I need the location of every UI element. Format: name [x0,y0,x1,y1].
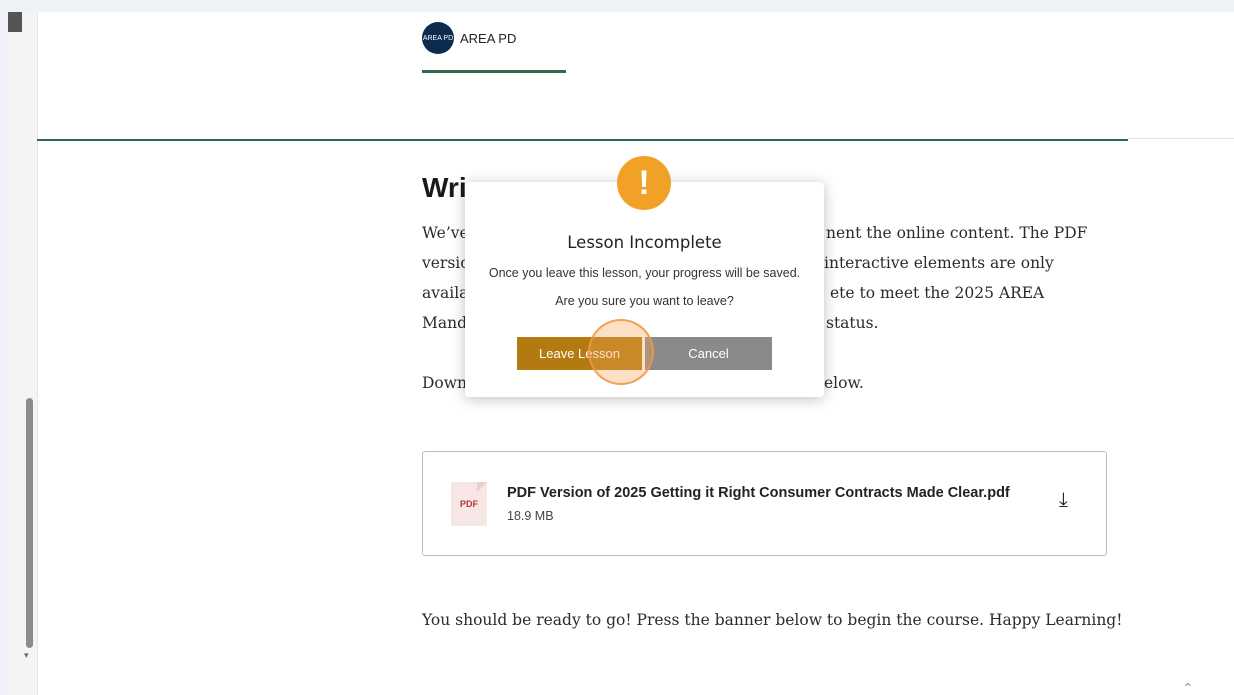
attachment-file-size: 18.9 MB [507,509,554,523]
pdf-attachment-card[interactable]: PDF PDF Version of 2025 Getting it Right… [422,451,1107,556]
leave-lesson-button[interactable]: Leave Lesson [517,337,642,370]
chevron-up-icon[interactable]: ⌃ [1182,680,1194,695]
scroll-down-arrow-icon[interactable]: ▾ [24,650,29,661]
header-divider [37,139,1128,141]
area-logo-icon: AREA PD [422,22,454,54]
intro-line-2-left: versio [422,254,470,272]
warning-icon: ! [617,156,671,210]
ready-paragraph: You should be ready to go! Press the ban… [422,611,1123,629]
cancel-button[interactable]: Cancel [645,337,772,370]
dialog-message: Once you leave this lesson, your progres… [488,266,801,280]
intro-line-4-right: status. [826,314,879,332]
attachment-file-name[interactable]: PDF Version of 2025 Getting it Right Con… [507,485,1010,501]
lesson-incomplete-dialog: Lesson Incomplete Once you leave this le… [465,182,824,397]
intro-line-1-left: We’ve [422,224,469,242]
intro-line-1-right: nent the online content. The PDF [826,224,1088,242]
dialog-question: Are you sure you want to leave? [555,294,734,308]
download-icon[interactable]: ⤓ [1059,489,1068,512]
sidebar-scrollbar[interactable]: ▾ [8,12,38,695]
logo-label: AREA PD [460,31,517,46]
intro-line-4-left: Mand [422,314,468,332]
intro-line-3-left: availa [422,284,469,302]
dialog-title: Lesson Incomplete [567,233,722,252]
download-line-left: Down [422,374,468,392]
scrollbar-thumb[interactable] [26,398,33,648]
scrollbar-top-block [8,12,22,32]
download-line-right: elow. [824,374,864,392]
lesson-header [38,12,1234,140]
header-divider-right [1128,138,1234,139]
intro-line-3-right: ete to meet the 2025 AREA [830,284,1045,302]
active-tab-underline [422,70,566,73]
pdf-file-icon: PDF [451,482,487,526]
intro-line-2-right: interactive elements are only [824,254,1054,272]
